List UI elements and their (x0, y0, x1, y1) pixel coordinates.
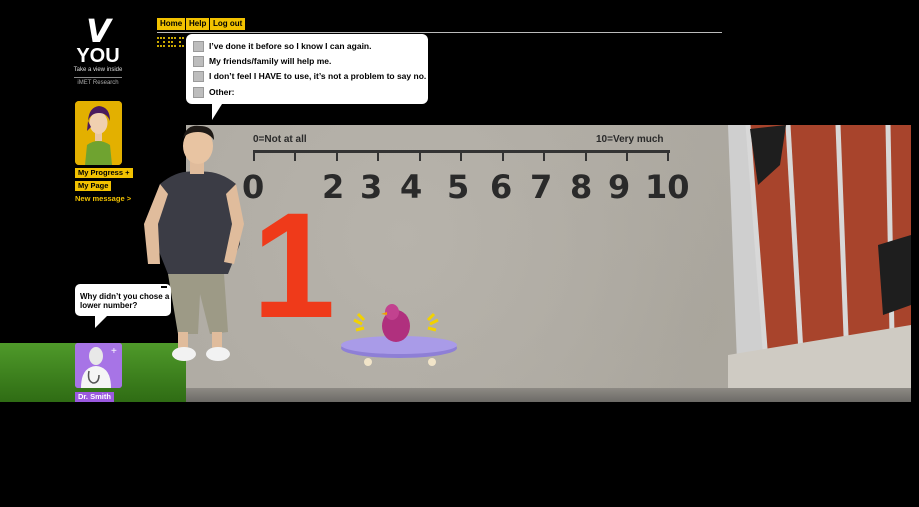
logo-v: V (86, 12, 111, 50)
brick-building-illustration (728, 125, 911, 388)
ruler-tick (626, 153, 628, 161)
option-label: My friends/family will help me. (209, 56, 332, 66)
reasons-speech-bubble: I’ve done it before so I know I can agai… (186, 34, 428, 120)
ruler-tick (460, 153, 462, 161)
ruler-tick (585, 153, 587, 161)
checkbox-icon[interactable] (193, 40, 204, 52)
scale-right-label: 10=Very much (596, 134, 664, 145)
scale-left-label: 0=Not at all (253, 134, 307, 145)
selected-number: 1 (252, 181, 336, 349)
option-done-before[interactable]: I’ve done it before so I know I can agai… (193, 40, 371, 52)
option-label: I don’t feel I HAVE to use, it’s not a p… (209, 71, 427, 81)
user-avatar[interactable] (75, 101, 122, 165)
scale-number-4[interactable]: 4 (400, 168, 422, 206)
ruler-tick (419, 153, 421, 161)
ruler-tick (667, 153, 669, 161)
scale-number-7[interactable]: 7 (530, 168, 552, 206)
logo-divider (74, 77, 122, 78)
option-label: Other: (209, 87, 235, 97)
logout-button[interactable]: Log out (210, 18, 246, 30)
teen-avatar-icon (75, 101, 122, 165)
option-other[interactable]: Other: (193, 86, 235, 98)
option-label: I’ve done it before so I know I can agai… (209, 41, 372, 51)
scale-number-5[interactable]: 5 (447, 168, 469, 206)
ruler-tick (543, 153, 545, 161)
logo-tagline: Take a view inside (73, 67, 123, 73)
home-button[interactable]: Home (157, 18, 186, 30)
logo-org: iMET Research (77, 80, 119, 86)
ruler-tick (377, 153, 379, 161)
checkbox-icon[interactable] (193, 86, 204, 98)
scale-number-6[interactable]: 6 (490, 168, 512, 206)
checkbox-icon[interactable] (193, 70, 204, 82)
ruler-tick (336, 153, 338, 161)
checkbox-icon[interactable] (193, 55, 204, 67)
ruler-tick (253, 153, 255, 161)
logo-you: YOU (76, 45, 120, 67)
help-button[interactable]: Help (186, 18, 210, 30)
sidewalk-curb (186, 388, 911, 402)
scale-number-3[interactable]: 3 (360, 168, 382, 206)
dotted-title-decoration (157, 37, 184, 47)
scale-number-8[interactable]: 8 (570, 168, 592, 206)
app-logo: V YOU Take a view inside iMET Research (72, 12, 124, 86)
ruler-tick (502, 153, 504, 161)
doctor-avatar[interactable]: + (75, 343, 122, 388)
my-progress-label: My Progress (78, 168, 124, 177)
option-friends-family[interactable]: My friends/family will help me. (193, 55, 331, 67)
ruler-tick (294, 153, 296, 161)
doctor-speech-bubble: Why didn’t you chose a lower number? (75, 284, 171, 328)
scale-number-9[interactable]: 9 (608, 168, 630, 206)
minimize-icon[interactable] (161, 286, 167, 288)
new-message-link[interactable]: New message > (75, 194, 131, 203)
doctor-name-label: Dr. Smith (75, 392, 114, 402)
scale-number-10[interactable]: 10 (645, 168, 690, 206)
scale-ruler (253, 150, 670, 161)
header-divider (157, 32, 722, 33)
doctor-question: Why didn’t you chose a lower number? (80, 292, 170, 310)
doctor-icon: + (75, 343, 122, 388)
option-not-a-problem[interactable]: I don’t feel I HAVE to use, it’s not a p… (193, 70, 426, 82)
my-page-button[interactable]: My Page (75, 181, 112, 191)
skateboard-pigeon-icon[interactable] (340, 298, 460, 368)
doctor-plus-icon: + (111, 346, 117, 357)
teen-character-illustration (144, 125, 244, 361)
my-progress-button[interactable]: My Progress + (75, 168, 133, 178)
